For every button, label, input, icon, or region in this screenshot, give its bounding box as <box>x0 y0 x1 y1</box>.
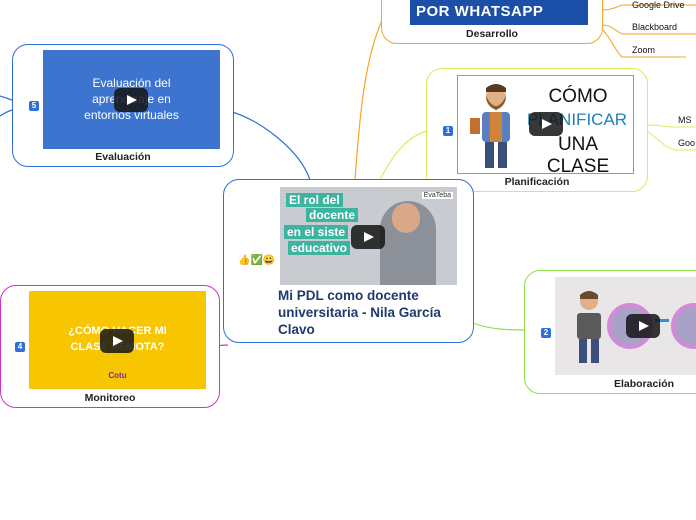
desarrollo-video-thumbnail[interactable]: POR WHATSAPP <box>410 0 588 25</box>
node-label-evaluacion: Evaluación <box>95 151 151 163</box>
central-thumb-logo: EvaTeba <box>421 192 453 199</box>
evaluacion-video-thumbnail[interactable]: Evaluación del aprendizaje en entornos v… <box>43 50 220 149</box>
node-monitoreo[interactable]: 4 ¿CÓMO HACER MI CLASE REMOTA? Cotu Moni… <box>0 285 220 408</box>
leaf-blackboard[interactable]: Blackboard <box>632 22 677 32</box>
central-thumb-line-4: educativo <box>288 241 351 255</box>
central-title: Mi PDL como docente universitaria - Nila… <box>278 288 441 337</box>
node-number-badge: 2 <box>541 328 551 338</box>
node-number-badge: 5 <box>29 101 39 111</box>
monitoreo-thumb-logo: Cotu <box>108 371 127 380</box>
node-desarrollo[interactable]: POR WHATSAPP Desarrollo <box>381 0 603 44</box>
central-thumb-line-1: El rol del <box>286 193 343 207</box>
speaker-face <box>392 203 420 233</box>
central-node[interactable]: 👍✅😀 El rol del docente en el siste educa… <box>223 179 474 343</box>
play-button-icon[interactable] <box>100 329 134 353</box>
central-video-thumbnail[interactable]: El rol del docente en el siste educativo… <box>280 187 457 285</box>
planificacion-thumb-line-3: UNA CLASE <box>546 134 610 174</box>
leaf-ms[interactable]: MS <box>678 115 692 125</box>
elaboracion-video-thumbnail[interactable] <box>555 277 696 375</box>
process-circle-icon <box>671 303 696 349</box>
leaf-zoom[interactable]: Zoom <box>632 45 655 55</box>
play-button-icon[interactable] <box>351 225 385 249</box>
play-button-icon[interactable] <box>529 112 563 136</box>
central-emoji-icons: 👍✅😀 <box>238 255 276 266</box>
central-thumb-line-2: docente <box>306 208 359 222</box>
node-number-badge: 4 <box>15 342 25 352</box>
node-label-desarrollo: Desarrollo <box>466 28 518 40</box>
leaf-google-drive[interactable]: Google Drive <box>632 0 685 10</box>
leaf-goo[interactable]: Goo <box>678 138 695 148</box>
teacher-illustration-icon <box>470 84 510 168</box>
node-label-elaboracion: Elaboración <box>613 378 675 390</box>
planificacion-thumb-line-1: CÓMO <box>548 86 608 107</box>
central-thumb-line-3: en el siste <box>284 225 349 239</box>
node-planificacion[interactable]: 1 CÓMO PLANIFICAR UNA CLASE Planificació… <box>426 68 648 192</box>
presenter-illustration-icon <box>577 291 601 363</box>
node-evaluacion[interactable]: 5 Evaluación del aprendizaje en entornos… <box>12 44 234 167</box>
monitoreo-video-thumbnail[interactable]: ¿CÓMO HACER MI CLASE REMOTA? Cotu <box>29 291 206 389</box>
play-button-icon[interactable] <box>626 314 660 338</box>
node-label-monitoreo: Monitoreo <box>84 392 136 404</box>
node-number-badge: 1 <box>443 126 453 136</box>
node-elaboracion[interactable]: 2 Elaboración <box>524 270 696 394</box>
planificacion-video-thumbnail[interactable]: CÓMO PLANIFICAR UNA CLASE <box>457 75 634 174</box>
play-button-icon[interactable] <box>114 88 148 112</box>
desarrollo-thumb-text: POR WHATSAPP <box>416 3 544 20</box>
